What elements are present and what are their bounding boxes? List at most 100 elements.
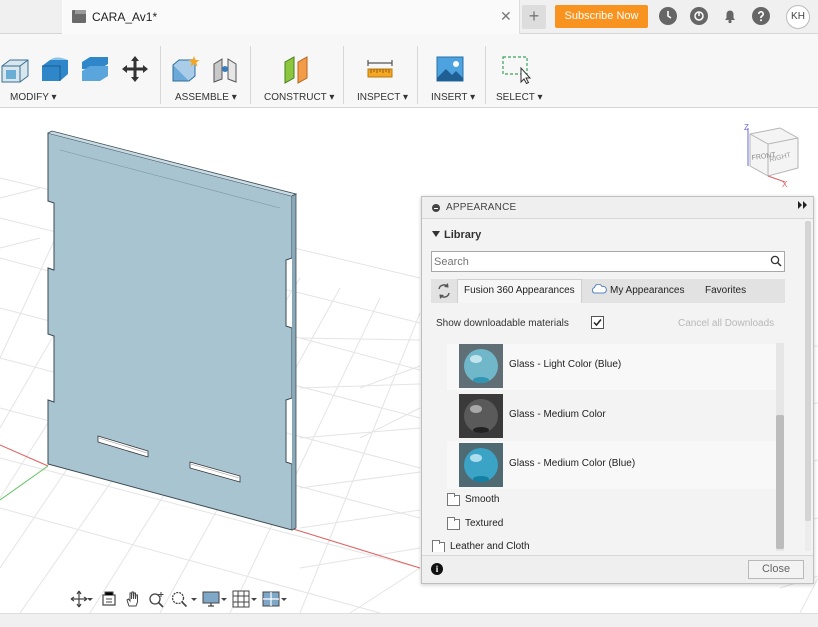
- folder-icon: [447, 517, 460, 530]
- close-button[interactable]: Close: [748, 560, 804, 579]
- appearance-list[interactable]: Glass - Light Color (Blue) Glass - Mediu…: [423, 344, 785, 552]
- library-label: Library: [444, 229, 482, 241]
- glass-light-blue-swatch: [459, 344, 503, 388]
- list-item[interactable]: Glass - Light Color (Blue): [447, 344, 779, 390]
- chevron-down-icon[interactable]: [280, 590, 288, 608]
- offset-plane-icon[interactable]: [282, 54, 312, 84]
- chevron-down-icon[interactable]: [250, 590, 258, 608]
- checkmark-icon: [593, 319, 602, 327]
- chevron-down-icon[interactable]: [190, 590, 198, 608]
- material-name: Glass - Medium Color (Blue): [509, 458, 636, 469]
- press-pull-icon[interactable]: [0, 54, 30, 84]
- clock-icon[interactable]: [659, 7, 677, 25]
- y-axis-line: [0, 465, 49, 501]
- x-axis-line: [0, 444, 49, 467]
- new-tab-button[interactable]: +: [522, 5, 546, 29]
- folder-label: Textured: [465, 518, 504, 529]
- folder-textured[interactable]: Textured: [447, 516, 647, 534]
- show-downloadable-label: Show downloadable materials: [436, 318, 569, 329]
- zoom-icon[interactable]: [148, 590, 166, 608]
- cloud-icon: [591, 283, 607, 294]
- show-downloadable-checkbox[interactable]: [591, 316, 604, 329]
- panel-header[interactable]: APPEARANCE: [422, 197, 813, 219]
- panel-scrollbar[interactable]: [805, 221, 811, 551]
- toolbar-divider: [250, 46, 251, 104]
- tab-my-label: My Appearances: [610, 285, 685, 296]
- panel-scroll-thumb[interactable]: [805, 221, 811, 521]
- construct-group[interactable]: CONSTRUCT ▾: [252, 34, 340, 108]
- move-icon[interactable]: [120, 54, 150, 84]
- inspect-group[interactable]: INSPECT ▾: [345, 34, 415, 108]
- assemble-group[interactable]: ASSEMBLE ▾: [162, 34, 248, 108]
- chevron-down-icon[interactable]: [220, 590, 228, 608]
- material-name: Glass - Light Color (Blue): [509, 359, 622, 370]
- navigation-bar: [66, 588, 290, 610]
- panel-title: APPEARANCE: [446, 202, 517, 213]
- grid-settings-icon[interactable]: [232, 590, 250, 608]
- new-component-icon[interactable]: [170, 54, 200, 84]
- window-select-icon[interactable]: [501, 54, 531, 84]
- x-axis-line: [289, 527, 421, 569]
- list-item[interactable]: Glass - Medium Color (Blue): [447, 441, 779, 489]
- toolbar: MODIFY ▾ ASSEMBLE ▾ CONSTRUCT ▾ INSPECT …: [0, 34, 818, 108]
- search-box[interactable]: [431, 251, 785, 272]
- list-scrollbar[interactable]: [776, 343, 784, 551]
- fit-icon[interactable]: [170, 590, 188, 608]
- cancel-all-downloads-link[interactable]: Cancel all Downloads: [678, 318, 774, 329]
- toolbar-divider: [343, 46, 344, 104]
- list-scroll-thumb[interactable]: [776, 415, 784, 549]
- assemble-menu[interactable]: ASSEMBLE ▾: [175, 92, 237, 103]
- insert-image-icon[interactable]: [435, 54, 465, 84]
- select-menu[interactable]: SELECT ▾: [496, 92, 543, 103]
- construct-menu[interactable]: CONSTRUCT ▾: [264, 92, 334, 103]
- job-status-icon[interactable]: [690, 7, 708, 25]
- material-name: Glass - Medium Color: [509, 409, 606, 420]
- fillet-icon[interactable]: [40, 54, 70, 84]
- status-bar: [0, 613, 818, 627]
- bell-icon[interactable]: [721, 7, 739, 25]
- folder-label: Leather and Cloth: [450, 541, 530, 552]
- modify-group[interactable]: MODIFY ▾: [0, 34, 158, 108]
- view-cube[interactable]: Z X FRONT RIGHT: [744, 123, 799, 189]
- panel-footer: i Close: [422, 555, 813, 583]
- select-group[interactable]: SELECT ▾: [487, 34, 551, 108]
- close-tab-icon[interactable]: ✕: [500, 8, 512, 25]
- toolbar-divider: [485, 46, 486, 104]
- search-input[interactable]: [434, 253, 764, 270]
- glass-medium-blue-swatch: [459, 443, 503, 487]
- subscribe-button[interactable]: Subscribe Now: [555, 5, 648, 28]
- collapse-panel-icon[interactable]: [432, 204, 440, 212]
- shell-icon[interactable]: [80, 54, 110, 84]
- tab-fusion-360-appearances[interactable]: Fusion 360 Appearances: [457, 279, 582, 303]
- refresh-icon[interactable]: [431, 279, 457, 303]
- folder-leather-and-cloth[interactable]: Leather and Cloth: [432, 539, 632, 552]
- help-icon[interactable]: [752, 7, 770, 25]
- measure-icon[interactable]: [365, 54, 395, 84]
- viewports-icon[interactable]: [262, 590, 280, 608]
- insert-group[interactable]: INSERT ▾: [419, 34, 483, 108]
- document-tab[interactable]: CARA_Av1* ✕: [62, 0, 520, 34]
- expand-panel-icon[interactable]: [798, 201, 808, 211]
- joint-icon[interactable]: [210, 54, 240, 84]
- look-at-icon[interactable]: [100, 590, 118, 608]
- insert-menu[interactable]: INSERT ▾: [431, 92, 475, 103]
- tab-my-appearances[interactable]: My Appearances: [591, 279, 701, 303]
- model-body[interactable]: [47, 130, 298, 531]
- info-icon[interactable]: i: [431, 563, 443, 575]
- list-item[interactable]: Glass - Medium Color: [447, 392, 779, 440]
- modify-menu[interactable]: MODIFY ▾: [10, 92, 57, 103]
- search-icon[interactable]: [770, 255, 782, 267]
- toolbar-divider: [160, 46, 161, 104]
- chevron-down-icon[interactable]: [86, 590, 94, 608]
- user-avatar[interactable]: KH: [786, 5, 810, 29]
- tab-favorites[interactable]: Favorites: [705, 279, 765, 303]
- pan-icon[interactable]: [124, 590, 142, 608]
- folder-smooth[interactable]: Smooth: [447, 492, 647, 510]
- axis-z-label: Z: [744, 123, 749, 132]
- document-title: CARA_Av1*: [92, 10, 158, 24]
- caret-down-icon[interactable]: [432, 230, 440, 238]
- display-settings-icon[interactable]: [202, 590, 220, 608]
- library-heading[interactable]: Library: [432, 229, 481, 241]
- box-document-icon: [72, 10, 86, 23]
- inspect-menu[interactable]: INSPECT ▾: [357, 92, 408, 103]
